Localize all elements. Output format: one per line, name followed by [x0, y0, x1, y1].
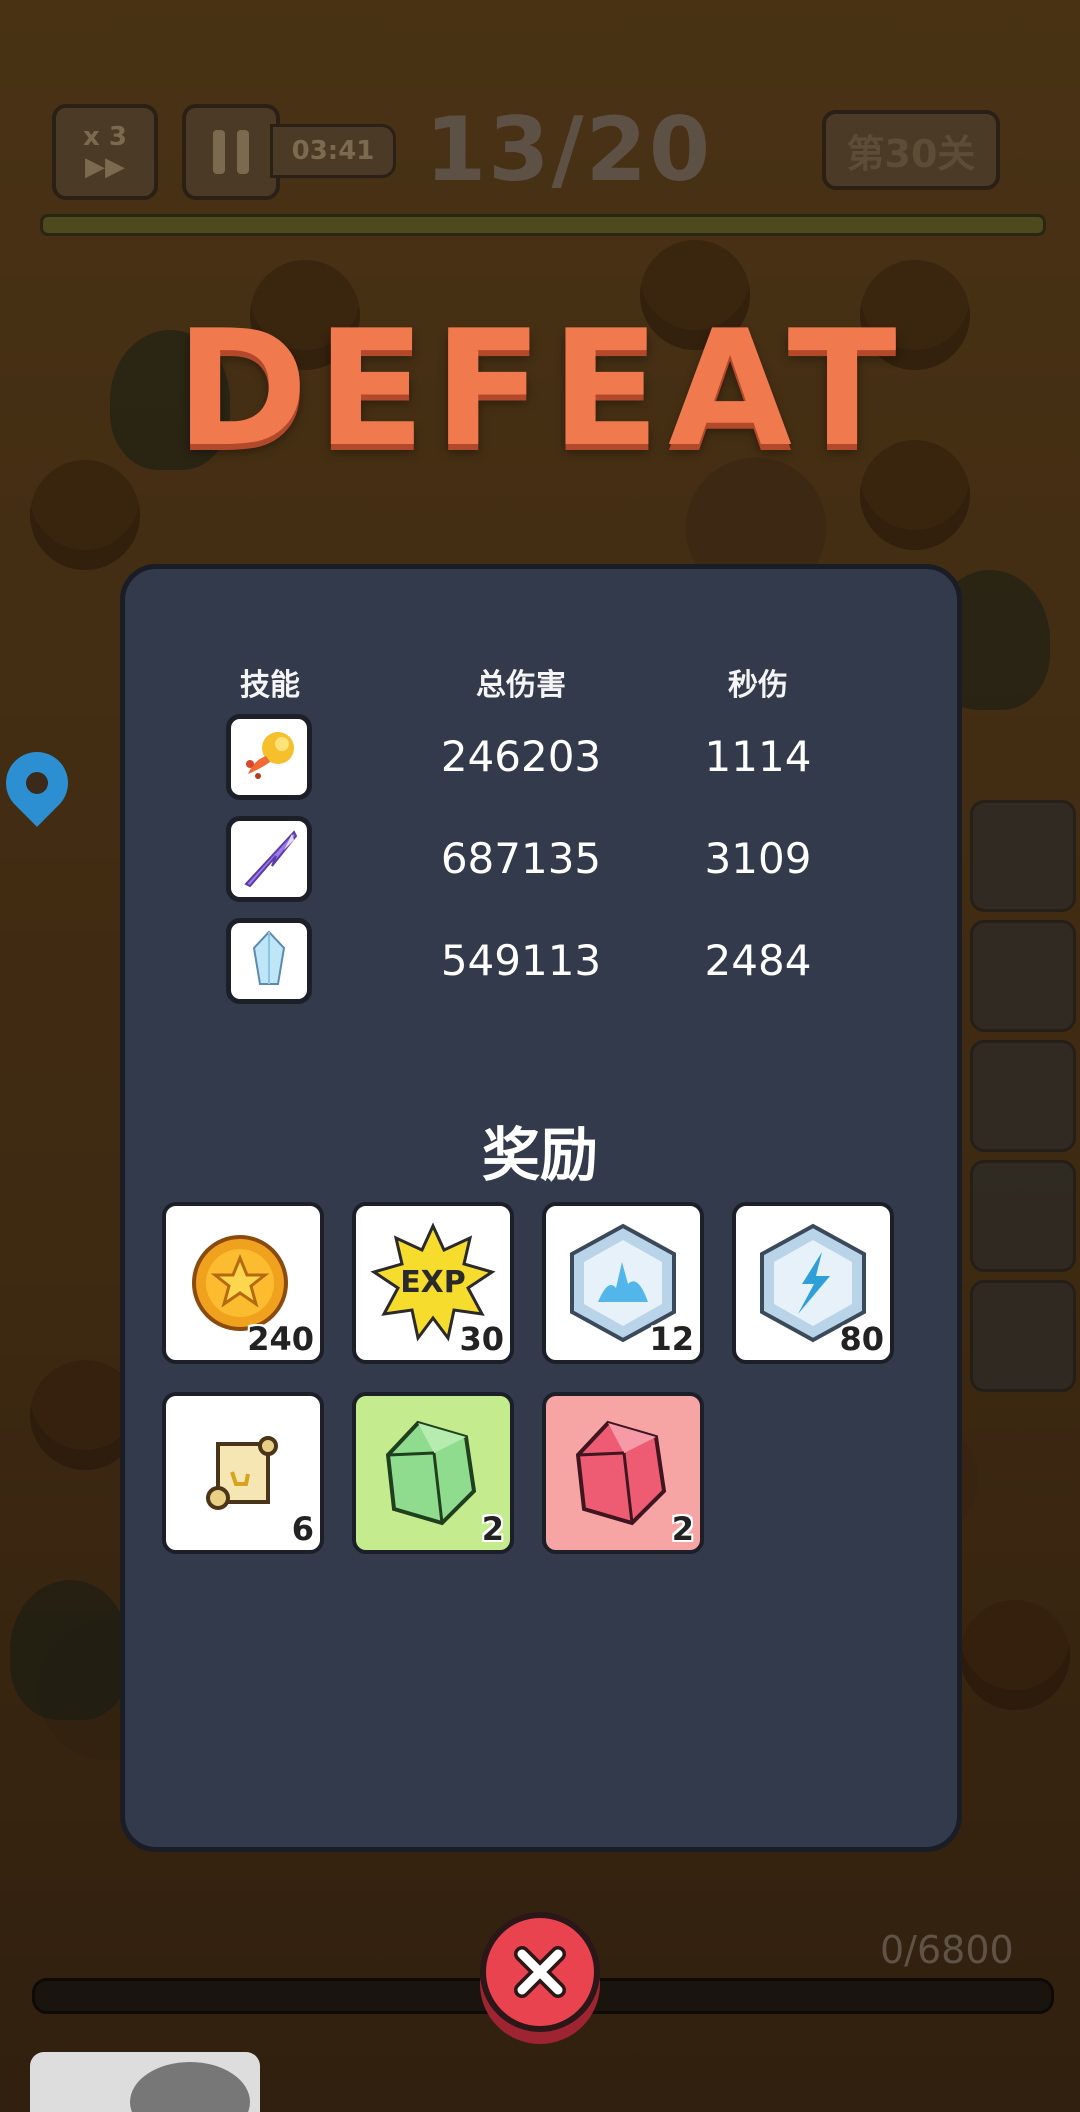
- reward-item[interactable]: 6: [162, 1392, 324, 1554]
- camera-preview: [30, 2052, 260, 2112]
- reward-item[interactable]: 240: [162, 1202, 324, 1364]
- side-skill-slot: [970, 920, 1076, 1032]
- reward-count: 240: [247, 1320, 314, 1358]
- header-total-damage: 总伤害: [476, 668, 566, 703]
- speed-label: x 3: [83, 122, 127, 152]
- reward-item[interactable]: 2: [352, 1392, 514, 1554]
- reward-item[interactable]: 2: [542, 1392, 704, 1554]
- speed-button[interactable]: x 3 ▶▶: [52, 104, 158, 200]
- reward-item[interactable]: 12: [542, 1202, 704, 1364]
- rewards-title: 奖励: [481, 1121, 598, 1189]
- total-damage-value: 246203: [440, 732, 602, 781]
- ice-crystal-icon: [226, 918, 312, 1004]
- dps-value: 1114: [704, 732, 812, 781]
- close-button[interactable]: [480, 1912, 600, 2032]
- reward-count: 12: [649, 1320, 694, 1358]
- reward-count: 2: [481, 1510, 504, 1548]
- reward-count: 6: [291, 1510, 314, 1548]
- side-skill-slot: [970, 1280, 1076, 1392]
- exp-label: EXP: [400, 1265, 466, 1300]
- reward-count: 80: [839, 1320, 884, 1358]
- reward-count: 30: [459, 1320, 504, 1358]
- reward-item[interactable]: EXP 30: [352, 1202, 514, 1364]
- defeat-title: DEFEAT: [175, 295, 905, 482]
- reward-count: 2: [671, 1510, 694, 1548]
- lightning-arrow-icon: [226, 816, 312, 902]
- reward-item[interactable]: 80: [732, 1202, 894, 1364]
- dps-value: 2484: [704, 936, 812, 985]
- total-damage-value: 549113: [440, 936, 602, 985]
- pause-icon: [207, 130, 255, 174]
- pause-button[interactable]: [182, 104, 280, 200]
- top-progress-bar: [40, 214, 1046, 236]
- side-skill-slot: [970, 800, 1076, 912]
- close-icon: [514, 1946, 566, 1998]
- header-dps: 秒伤: [728, 668, 788, 703]
- fast-forward-icon: ▶▶: [85, 152, 125, 182]
- header-skill: 技能: [240, 668, 300, 703]
- level-indicator: 第30关: [822, 110, 1000, 190]
- fireball-icon: [226, 714, 312, 800]
- bottom-progress-text: 0/6800: [880, 1928, 1014, 1972]
- dps-value: 3109: [704, 834, 812, 883]
- timer: 03:41: [270, 124, 396, 178]
- wave-progress: 13/20: [425, 98, 713, 201]
- total-damage-value: 687135: [440, 834, 602, 883]
